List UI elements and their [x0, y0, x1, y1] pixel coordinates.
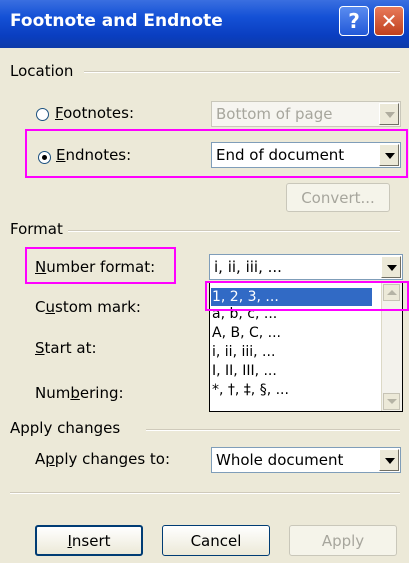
footnotes-radio[interactable]: [36, 108, 49, 121]
endnotes-position-value: End of document: [216, 146, 345, 164]
apply-changes-to-select[interactable]: Whole document: [211, 447, 401, 473]
close-icon: ✕: [380, 9, 398, 33]
close-button[interactable]: ✕: [374, 6, 404, 36]
start-at-label-rest: tart at:: [44, 339, 97, 357]
dropdown-option[interactable]: a, b, c, ...: [212, 305, 277, 323]
footnotes-position-value: Bottom of page: [216, 105, 333, 123]
number-format-label: Number format:: [35, 258, 155, 276]
footnotes-mnemonic: F: [55, 104, 64, 122]
endnotes-position-select[interactable]: End of document: [211, 142, 401, 168]
chevron-down-icon: [379, 449, 399, 471]
scroll-up-icon[interactable]: [383, 284, 400, 301]
dropdown-option[interactable]: I, II, III, ...: [212, 362, 277, 380]
format-group-label: Format: [10, 220, 63, 238]
chevron-down-icon: [379, 144, 399, 166]
apply-changes-divider: [146, 429, 400, 431]
custom-mark-label: Custom mark:: [35, 298, 141, 316]
scroll-down-icon[interactable]: [383, 393, 400, 410]
dialog-title: Footnote and Endnote: [10, 11, 223, 31]
number-format-mnemonic: N: [35, 258, 47, 276]
apply-changes-to-label: Apply changes to:: [35, 450, 170, 468]
apply-to-prefix: A: [35, 450, 46, 468]
apply-button[interactable]: Apply: [289, 525, 397, 556]
numbering-prefix: Num: [35, 384, 71, 402]
apply-to-label-rest: ply changes to:: [54, 450, 171, 468]
format-group-divider: [68, 230, 400, 232]
chevron-down-icon: [381, 256, 401, 278]
custom-mark-label-rest: stom mark:: [55, 298, 141, 316]
dropdown-option[interactable]: 1, 2, 3, ...: [211, 288, 372, 306]
dropdown-option[interactable]: i, ii, iii, ...: [212, 343, 275, 361]
apply-button-label: Apply: [321, 531, 365, 550]
custom-mark-prefix: C: [35, 298, 46, 316]
number-format-value: i, ii, iii, ...: [214, 258, 282, 276]
footnotes-label-rest: ootnotes:: [63, 104, 134, 122]
bottom-divider: [10, 492, 400, 494]
start-at-mnemonic: S: [35, 339, 45, 357]
dropdown-option[interactable]: *, †, ‡, §, ...: [212, 381, 289, 399]
numbering-label: Numbering:: [35, 384, 124, 402]
location-group-divider: [84, 71, 400, 73]
cancel-button-label: Cancel: [190, 531, 242, 550]
footnote-endnote-dialog: Footnote and Endnote ? ✕ Location Footno…: [0, 0, 409, 563]
help-icon: ?: [348, 9, 360, 33]
start-at-label: Start at:: [35, 339, 97, 357]
number-format-dropdown-list[interactable]: 1, 2, 3, ... a, b, c, ... A, B, C, ... i…: [209, 282, 403, 412]
insert-label-rest: nsert: [71, 531, 111, 550]
insert-button[interactable]: Insert: [35, 525, 143, 556]
numbering-mnemonic: b: [70, 384, 80, 402]
endnotes-label[interactable]: Endnotes:: [56, 146, 131, 164]
chevron-down-icon: [379, 103, 399, 125]
number-format-label-rest: umber format:: [46, 258, 156, 276]
convert-button[interactable]: Convert...: [286, 183, 390, 212]
apply-to-mnemonic: p: [45, 450, 55, 468]
footnotes-position-select[interactable]: Bottom of page: [211, 101, 401, 127]
footnotes-label[interactable]: Footnotes:: [55, 104, 134, 122]
numbering-label-rest: ering:: [79, 384, 124, 402]
location-group-label: Location: [10, 62, 74, 80]
convert-button-label: Convert...: [301, 188, 375, 207]
endnotes-radio[interactable]: [38, 151, 51, 164]
endnotes-label-rest: ndnotes:: [65, 146, 132, 164]
custom-mark-mnemonic: u: [45, 298, 55, 316]
number-format-select[interactable]: i, ii, iii, ...: [209, 254, 403, 280]
help-button[interactable]: ?: [339, 6, 369, 36]
title-bar[interactable]: Footnote and Endnote ? ✕: [0, 0, 409, 48]
dropdown-option[interactable]: A, B, C, ...: [212, 324, 281, 342]
dropdown-scrollbar[interactable]: [381, 283, 402, 411]
apply-changes-to-value: Whole document: [216, 451, 344, 469]
cancel-button[interactable]: Cancel: [162, 525, 270, 556]
apply-changes-group-label: Apply changes: [10, 419, 121, 437]
